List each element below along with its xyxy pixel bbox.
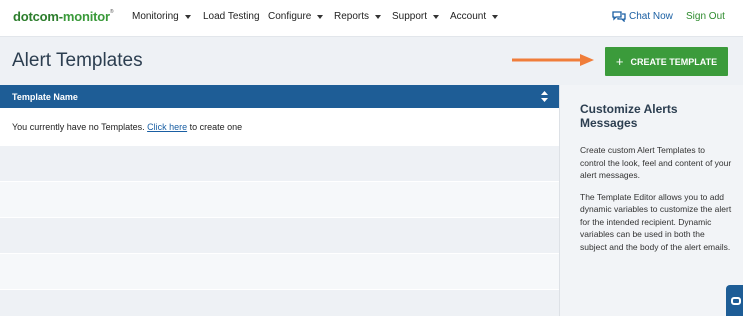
sort-icon[interactable] (541, 91, 548, 102)
chevron-down-icon (375, 14, 382, 19)
nav-item-account[interactable]: Account (450, 11, 499, 22)
nav-item-label: Reports (334, 11, 370, 22)
nav-item-monitoring[interactable]: Monitoring (132, 11, 191, 22)
side-panel-paragraph: The Template Editor allows you to add dy… (580, 191, 732, 252)
table-row (0, 182, 559, 218)
nav-item-label: Account (450, 11, 487, 22)
dotcom-monitor-logo[interactable]: dotcom-monitor® (13, 9, 114, 24)
empty-message-text: You currently have no Templates. (12, 122, 148, 132)
click-here-link[interactable]: Click here (147, 122, 187, 132)
side-panel-title: Customize Alerts Messages (580, 102, 678, 130)
table-row (0, 218, 559, 254)
nav-item-label: Load Testing (203, 11, 260, 22)
top-navigation-bar: dotcom-monitor® Monitoring Load Testing … (0, 0, 743, 36)
nav-item-load-testing[interactable]: Load Testing (203, 11, 260, 22)
nav-item-reports[interactable]: Reports (334, 11, 382, 22)
live-chat-widget-button[interactable] (726, 285, 743, 316)
logo-text-part2: monitor (62, 9, 110, 24)
nav-item-label: Support (392, 11, 428, 22)
plus-icon: + (615, 54, 624, 69)
templates-table: Template Name You currently have no Temp… (0, 85, 559, 316)
nav-item-label: Configure (268, 11, 312, 22)
empty-table-message: You currently have no Templates. Click h… (0, 108, 559, 146)
empty-message-text-end: to create one (187, 122, 243, 132)
logo-registered-mark: ® (109, 9, 114, 15)
chat-bubbles-icon (612, 11, 626, 22)
chevron-down-icon (184, 14, 191, 19)
logo-text-part1: dotcom (13, 9, 59, 24)
table-row (0, 146, 559, 182)
chat-now-link[interactable]: Chat Now (612, 11, 673, 22)
page-title: Alert Templates (12, 50, 143, 71)
column-header-template-name[interactable]: Template Name (0, 85, 559, 108)
page-header: Alert Templates + CREATE TEMPLATE (0, 36, 743, 85)
arrow-pointer-icon (512, 54, 594, 66)
sign-out-link[interactable]: Sign Out (686, 11, 725, 22)
side-panel-paragraph: Create custom Alert Templates to control… (580, 145, 732, 180)
create-template-label: CREATE TEMPLATE (630, 56, 718, 67)
table-row (0, 290, 559, 316)
create-template-button[interactable]: + CREATE TEMPLATE (605, 47, 728, 76)
column-header-label: Template Name (12, 91, 78, 102)
customize-alerts-panel: Customize Alerts Messages Create custom … (559, 85, 743, 316)
chat-now-label: Chat Now (629, 11, 673, 22)
table-row (0, 254, 559, 290)
nav-item-configure[interactable]: Configure (268, 11, 324, 22)
chevron-down-icon (317, 14, 324, 19)
chevron-down-icon (492, 14, 499, 19)
chat-icon (731, 297, 741, 305)
nav-item-support[interactable]: Support (392, 11, 440, 22)
nav-item-label: Monitoring (132, 11, 179, 22)
chevron-down-icon (433, 14, 440, 19)
